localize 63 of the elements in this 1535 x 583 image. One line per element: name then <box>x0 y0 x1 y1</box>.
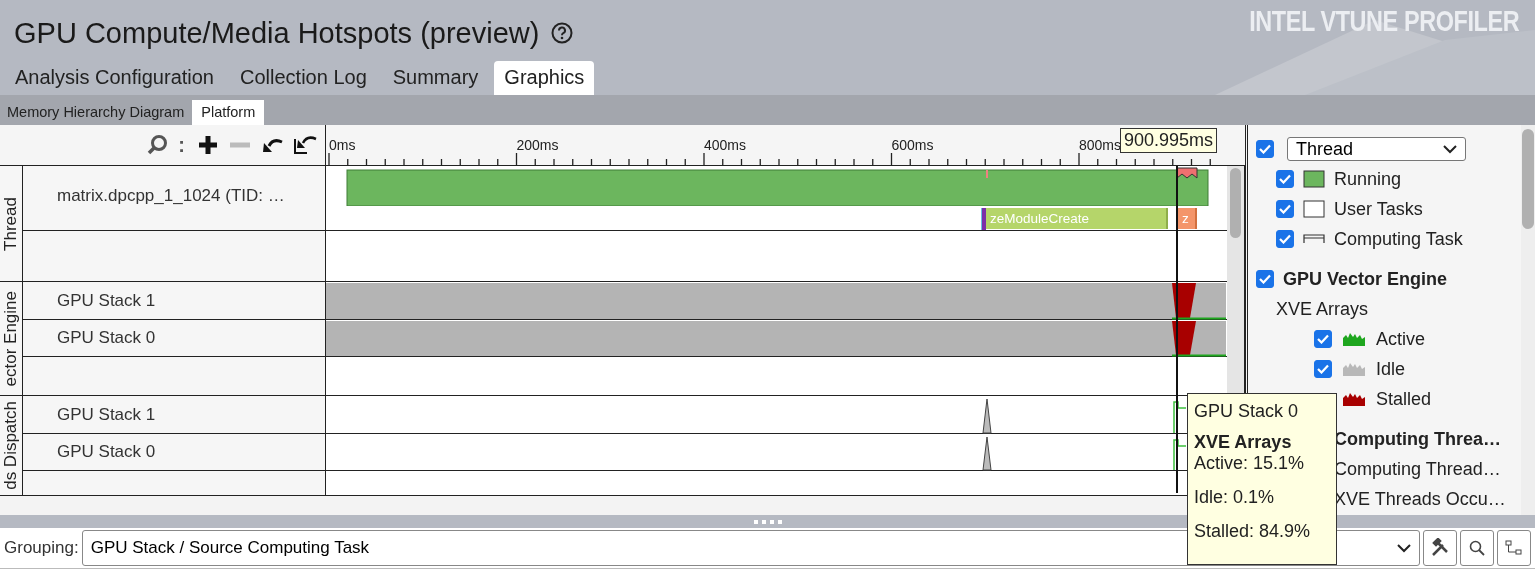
row-label: matrix.dpcpp_1_1024 (TID: … <box>57 186 285 206</box>
search-button[interactable] <box>1460 530 1494 566</box>
tick-label: 400ms <box>704 137 747 153</box>
group-label: Thread <box>1 196 21 251</box>
caret-icon <box>1397 543 1411 553</box>
track-type-dropdown[interactable]: Thread <box>1287 137 1466 161</box>
empty-swatch-icon <box>1303 200 1325 218</box>
tick-label: 0ms <box>329 137 356 153</box>
checkbox[interactable] <box>1276 230 1294 248</box>
legend-label: Idle <box>1376 358 1406 380</box>
checkbox[interactable] <box>1276 200 1294 218</box>
plus-icon[interactable] <box>197 134 219 156</box>
caret-icon <box>1443 144 1457 154</box>
legend-label: Active <box>1376 328 1426 350</box>
section-label: GPU Vector Engine <box>1283 268 1448 290</box>
row-label: GPU Stack 0 <box>57 328 156 348</box>
hierarchy-icon <box>1505 539 1523 557</box>
group-label: ds Dispatch <box>1 401 21 490</box>
tick-label: 200ms <box>516 137 559 153</box>
row-label: GPU Stack 0 <box>57 442 156 462</box>
checkbox[interactable] <box>1314 360 1332 378</box>
tab[interactable]: Summary <box>382 61 489 95</box>
checkbox[interactable] <box>1314 330 1332 348</box>
grouping-label: Grouping: <box>4 538 79 558</box>
legend-label: Computing Thread… <box>1334 458 1501 480</box>
legend-label: Stalled <box>1376 388 1432 410</box>
tools-button[interactable] <box>1423 530 1457 566</box>
page-title: GPU Compute/Media Hotspots (preview) <box>14 16 540 50</box>
legend-label: Computing Task <box>1334 228 1463 250</box>
tab[interactable]: Graphics <box>494 61 595 95</box>
tooltip-value: Active: 15.1% <box>1194 453 1305 474</box>
legend-label: Running <box>1334 168 1402 190</box>
scrollbar[interactable] <box>1521 125 1535 515</box>
separator-text: : <box>178 133 185 157</box>
tick-label: 800ms <box>1079 137 1122 153</box>
tooltip-value: Idle: 0.1% <box>1194 487 1275 508</box>
row-label: GPU Stack 1 <box>57 290 156 311</box>
curved-arrow-icon[interactable] <box>261 136 283 154</box>
checkbox[interactable] <box>1276 170 1294 188</box>
tooltip-title: GPU Stack 0 <box>1194 401 1299 422</box>
group-label: ector Engine <box>1 290 21 387</box>
sub-tab[interactable]: Memory Hierarchy Diagram <box>2 100 190 125</box>
tab[interactable]: Collection Log <box>230 61 377 95</box>
tab[interactable]: Analysis Configuration <box>5 61 224 95</box>
double-arrow-icon[interactable] <box>293 135 317 155</box>
checkbox[interactable] <box>1256 270 1274 288</box>
tooltip-heading: XVE Arrays <box>1194 432 1292 453</box>
search-icon[interactable] <box>146 134 169 156</box>
task-marker <box>981 208 986 230</box>
row-label: GPU Stack 1 <box>57 404 156 425</box>
sub-tab[interactable]: Platform <box>192 100 265 125</box>
tick-label: 600ms <box>891 137 934 153</box>
section-label: Computing Threa… <box>1334 428 1501 450</box>
search-icon <box>1468 539 1486 557</box>
running-swatch-icon <box>1303 170 1325 188</box>
task-swatch-icon <box>1303 234 1325 244</box>
help-icon[interactable] <box>551 22 574 44</box>
checkbox[interactable] <box>1256 140 1274 158</box>
cursor-time-label: 900.995ms <box>1120 128 1218 153</box>
legend-label: User Tasks <box>1334 198 1423 220</box>
hammer-icon <box>1430 538 1450 558</box>
subheading: XVE Arrays <box>1276 298 1369 320</box>
splitter-grip[interactable] <box>753 519 782 524</box>
